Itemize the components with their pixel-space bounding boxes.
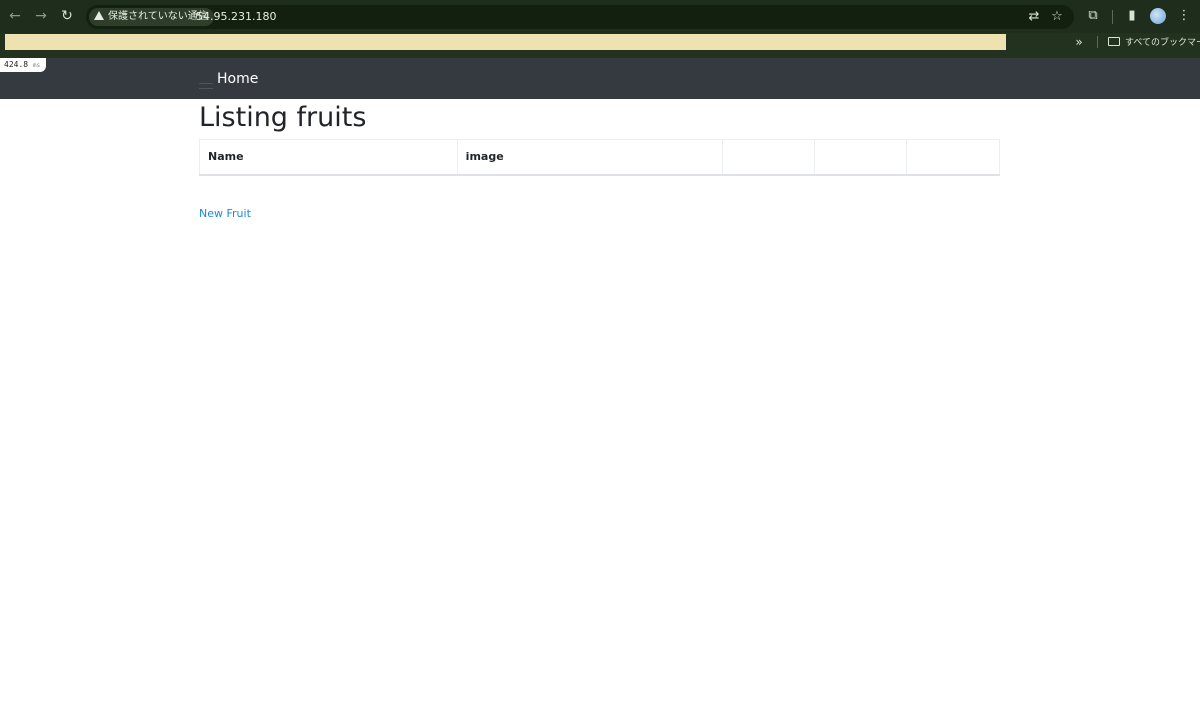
url-text[interactable]: 54.95.231.180 [196,9,276,25]
browser-toolbar: ← → ↻ 保護されていない通信 54.95.231.180 ⇄ ☆ ⧉ ▮ ⋮ [0,0,1200,33]
folder-icon [1108,37,1120,46]
column-header-action-2 [814,139,908,176]
fruits-table: Name image [199,139,1000,176]
column-header-name: Name [199,139,458,176]
nav-home-link[interactable]: Home [217,70,258,88]
column-header-action-1 [722,139,816,176]
table-header-row: Name image [199,139,1000,176]
bookmarks-separator [1097,36,1098,48]
translate-icon[interactable]: ⇄ [1026,9,1042,25]
back-arrow-icon[interactable]: ← [5,6,25,26]
kebab-menu-icon[interactable]: ⋮ [1176,8,1192,24]
navbar-toggler-icon[interactable] [199,83,213,89]
bookmarks-bar [5,34,1006,50]
toolbar-separator [1112,10,1113,24]
page-title: Listing fruits [199,102,367,133]
timing-value: 424.8 [4,60,29,69]
all-bookmarks-label: すべてのブックマーク [1125,38,1200,48]
profile-avatar[interactable] [1150,8,1166,24]
timing-badge: 424.8 ms [0,58,46,72]
column-header-image: image [456,139,724,176]
star-icon[interactable]: ☆ [1049,9,1065,25]
bookmarks-overflow-icon[interactable]: » [1072,35,1086,49]
forward-arrow-icon[interactable]: → [31,6,51,26]
security-label: 保護されていない通信 [108,11,208,22]
extensions-puzzle-icon[interactable]: ⧉ [1085,8,1101,24]
warning-triangle-icon [94,11,104,20]
browser-chrome: ← → ↻ 保護されていない通信 54.95.231.180 ⇄ ☆ ⧉ ▮ ⋮… [0,0,1200,58]
column-header-action-3 [906,139,1000,176]
site-navbar: Home [0,58,1200,99]
address-bar[interactable]: 保護されていない通信 54.95.231.180 ⇄ ☆ [86,5,1074,29]
new-fruit-link[interactable]: New Fruit [199,207,251,221]
security-chip[interactable]: 保護されていない通信 [89,8,214,26]
timing-unit: ms [32,62,41,69]
side-panel-icon[interactable]: ▮ [1124,8,1140,24]
all-bookmarks-button[interactable]: すべてのブックマーク [1108,36,1200,50]
reload-icon[interactable]: ↻ [57,6,77,26]
